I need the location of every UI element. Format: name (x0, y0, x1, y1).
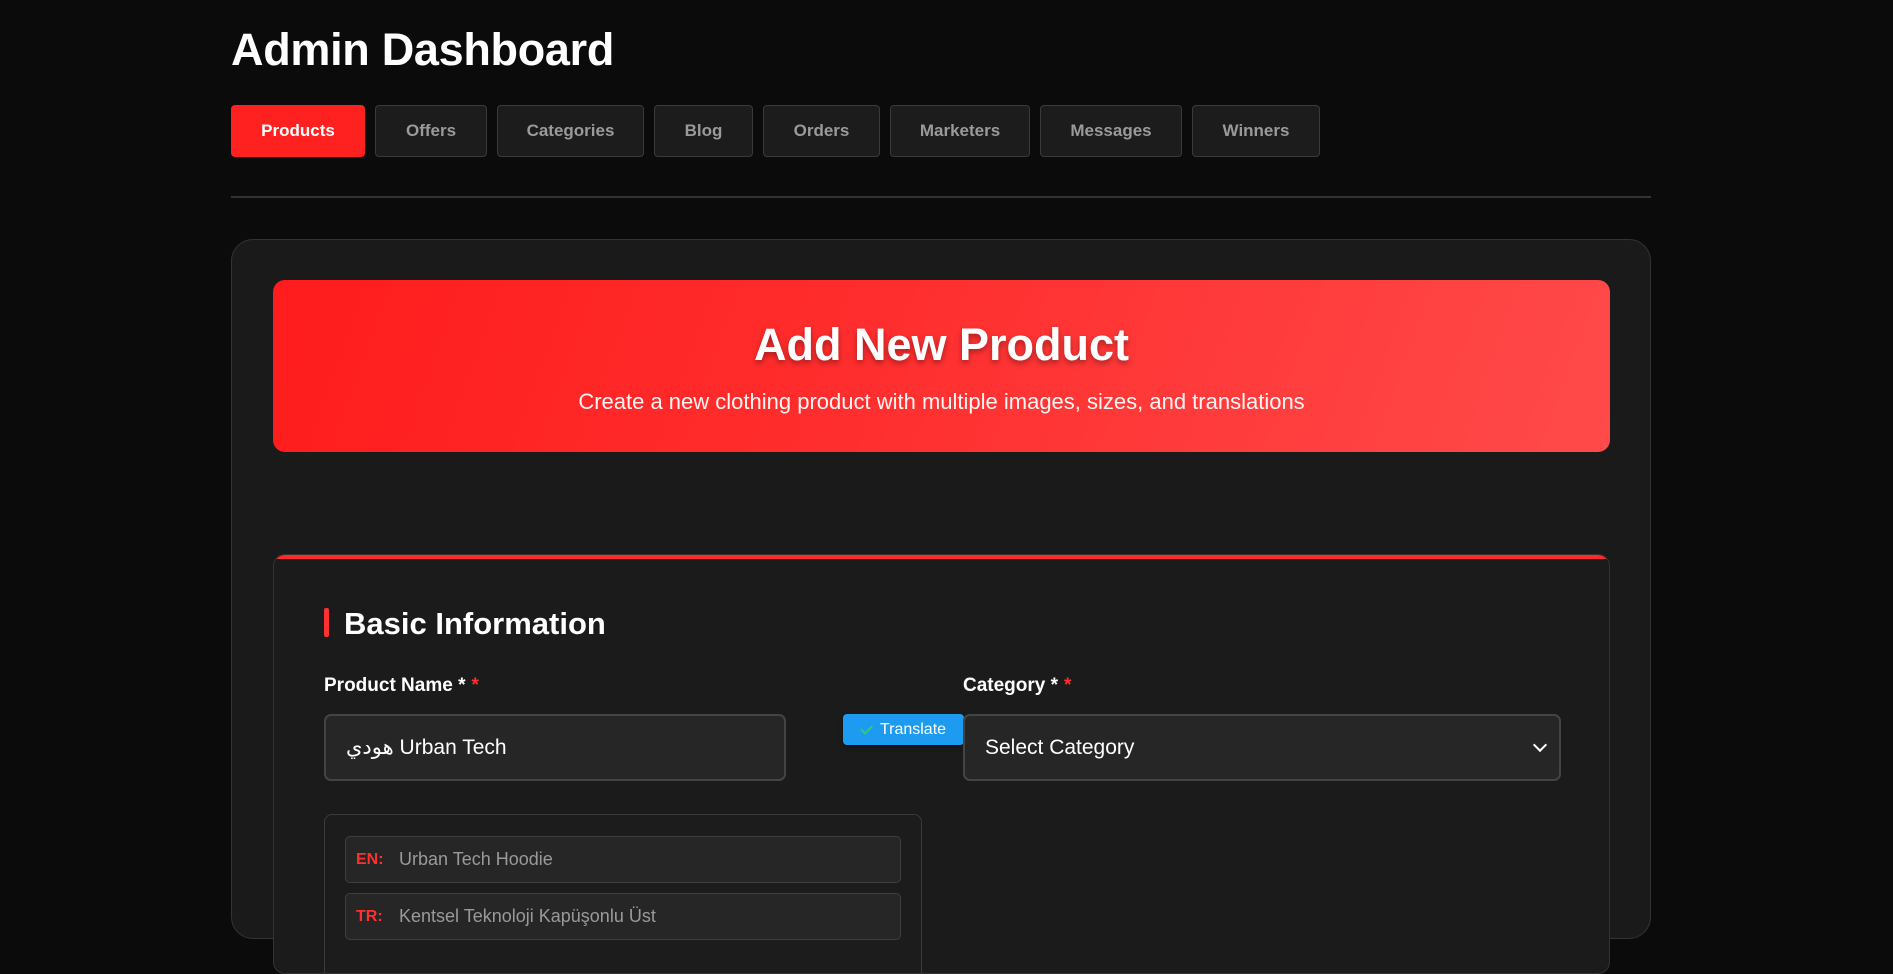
translation-row-tr[interactable]: TR: Kentsel Teknoloji Kapüşonlu Üst (345, 893, 901, 940)
tab-orders[interactable]: Orders (763, 105, 880, 157)
category-label: Category * * (963, 675, 1072, 696)
category-select[interactable]: Select Category (963, 714, 1561, 781)
banner-title: Add New Product (753, 319, 1129, 370)
product-name-label: Product Name * * (324, 675, 479, 696)
translations-box: EN: Urban Tech Hoodie TR: Kentsel Teknol… (324, 814, 922, 973)
translation-text: Kentsel Teknoloji Kapüşonlu Üst (399, 906, 656, 926)
tab-messages[interactable]: Messages (1040, 105, 1182, 157)
tab-categories[interactable]: Categories (497, 105, 644, 157)
translate-label: Translate (879, 720, 947, 738)
basic-information-section: Basic Information Product Name * * هودي U… (273, 554, 1610, 974)
banner-subtitle: Create a new clothing product with multi… (578, 389, 1305, 414)
section-title: Basic Information (324, 606, 606, 642)
add-product-banner: Add New Product Create a new clothing pr… (273, 280, 1610, 452)
required-marker: * (471, 675, 479, 696)
admin-page: Admin Dashboard Products Offers Categori… (231, 0, 1651, 974)
translate-button[interactable]: Translate (843, 714, 964, 745)
language-code: TR: (356, 907, 383, 925)
tab-blog[interactable]: Blog (654, 105, 753, 157)
translation-text: Urban Tech Hoodie (399, 849, 553, 869)
header-divider (231, 196, 1651, 198)
page-title: Admin Dashboard (231, 24, 615, 75)
check-icon (860, 721, 873, 735)
product-name-input[interactable]: هودي Urban Tech (324, 714, 786, 781)
translation-row-en[interactable]: EN: Urban Tech Hoodie (345, 836, 901, 883)
admin-tabs: Products Offers Categories Blog Orders M… (231, 105, 1320, 157)
language-code: EN: (356, 850, 384, 868)
required-marker: * (1064, 675, 1072, 696)
section-accent-bar (274, 555, 1609, 559)
chevron-down-icon (1532, 737, 1548, 753)
category-selected-value: Select Category (985, 735, 1135, 759)
tab-offers[interactable]: Offers (375, 105, 487, 157)
tab-products[interactable]: Products (231, 105, 365, 157)
tab-winners[interactable]: Winners (1192, 105, 1320, 157)
product-name-value: هودي Urban Tech (346, 736, 507, 759)
add-product-card: Add New Product Create a new clothing pr… (231, 239, 1651, 974)
tab-marketers[interactable]: Marketers (890, 105, 1030, 157)
